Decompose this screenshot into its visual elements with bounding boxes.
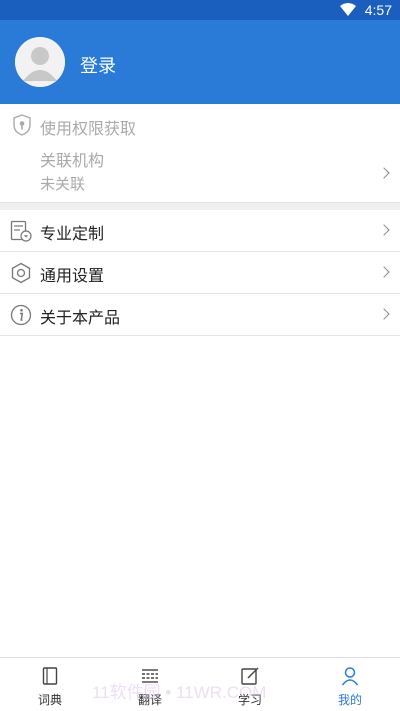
default-avatar-icon[interactable] (15, 37, 65, 87)
gear-icon (10, 262, 32, 284)
menu-item-settings[interactable]: 通用设置 (0, 252, 400, 294)
nav-label-study: 学习 (237, 693, 262, 707)
translate-icon (142, 669, 158, 683)
document-customize-icon (10, 220, 32, 242)
org-label: 关联机构 (40, 151, 105, 170)
book-icon (42, 667, 58, 685)
section-divider (0, 202, 400, 210)
nav-tab-mine[interactable]: 我的 (300, 658, 400, 711)
nav-tab-study[interactable]: 学习 (200, 658, 300, 711)
menu-label-about: 关于本产品 (40, 308, 121, 327)
org-status: 未关联 (40, 175, 86, 193)
nav-label-translate: 翻译 (137, 693, 162, 707)
status-time: 4:57 (364, 2, 392, 18)
chevron-right-icon (378, 266, 390, 278)
chevron-right-icon (378, 167, 390, 179)
edit-icon (241, 667, 259, 685)
menu-label-settings: 通用设置 (40, 266, 105, 285)
bottom-nav: 词典 翻译 学习 我的 (0, 657, 400, 711)
person-icon (341, 667, 359, 686)
wifi-icon (340, 3, 356, 20)
menu-item-about[interactable]: 关于本产品 (0, 294, 400, 336)
nav-label-mine: 我的 (337, 693, 362, 707)
nav-tab-dictionary[interactable]: 词典 (0, 658, 100, 711)
profile-header[interactable]: 登录 (0, 20, 400, 104)
shield-lock-icon (12, 114, 32, 140)
chevron-right-icon (378, 224, 390, 236)
nav-tab-translate[interactable]: 翻译 (100, 658, 200, 711)
permission-title: 使用权限获取 (40, 119, 137, 138)
menu-label-custom: 专业定制 (40, 224, 105, 243)
permission-section[interactable]: 使用权限获取 关联机构 未关联 (0, 104, 400, 202)
nav-label-dictionary: 词典 (37, 693, 62, 707)
chevron-right-icon (378, 308, 390, 320)
info-icon (10, 304, 32, 326)
menu-item-custom[interactable]: 专业定制 (0, 210, 400, 252)
status-bar: 4:57 (0, 0, 400, 20)
login-label[interactable]: 登录 (80, 52, 116, 78)
